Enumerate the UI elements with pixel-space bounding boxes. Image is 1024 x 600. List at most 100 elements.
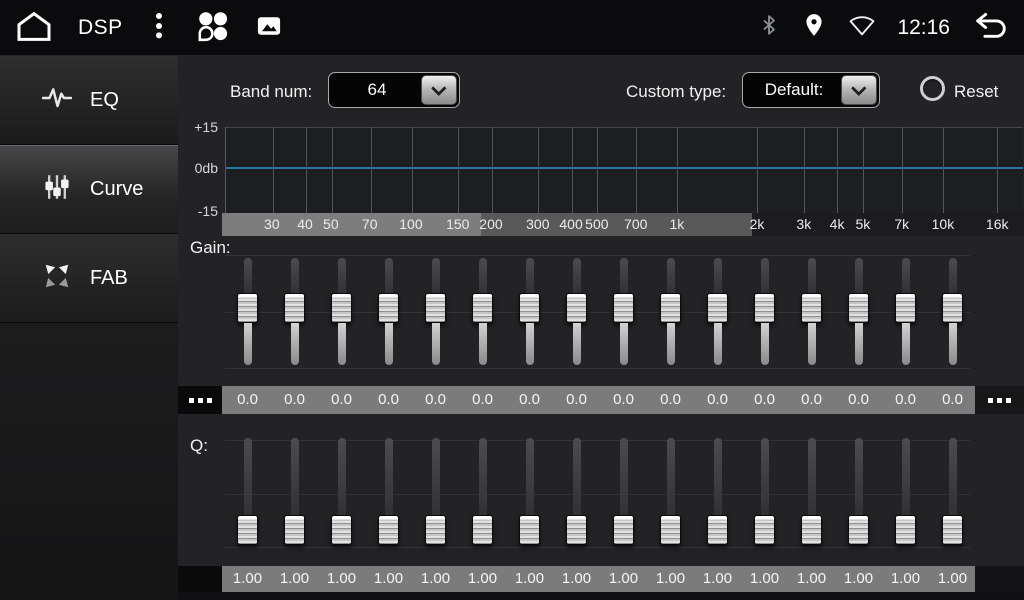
gridline xyxy=(225,368,970,369)
gridline xyxy=(997,127,998,213)
gain-value-13: 0.0 xyxy=(788,386,835,414)
gain-slider-16[interactable] xyxy=(929,258,976,365)
q-slider-6[interactable] xyxy=(459,438,506,545)
gain-slider-thumb[interactable] xyxy=(331,293,352,323)
q-slider-thumb[interactable] xyxy=(284,515,305,545)
q-slider-thumb[interactable] xyxy=(848,515,869,545)
back-button[interactable] xyxy=(970,10,1010,45)
slider-track xyxy=(291,258,299,293)
gain-slider-thumb[interactable] xyxy=(425,293,446,323)
gain-slider-4[interactable] xyxy=(365,258,412,365)
q-slider-thumb[interactable] xyxy=(237,515,258,545)
q-slider-15[interactable] xyxy=(882,438,929,545)
q-slider-16[interactable] xyxy=(929,438,976,545)
sidebar-item-curve[interactable]: Curve xyxy=(0,145,178,234)
gain-slider-8[interactable] xyxy=(553,258,600,365)
gain-slider-thumb[interactable] xyxy=(472,293,493,323)
q-slider-10[interactable] xyxy=(647,438,694,545)
gridline xyxy=(273,127,274,213)
eq-curve-plot[interactable] xyxy=(225,127,1023,213)
q-value-10: 1.00 xyxy=(647,566,694,592)
gain-slider-thumb[interactable] xyxy=(237,293,258,323)
q-slider-thumb[interactable] xyxy=(425,515,446,545)
gain-slider-thumb[interactable] xyxy=(707,293,728,323)
gain-scroll-left-button[interactable] xyxy=(178,386,222,414)
q-slider-thumb[interactable] xyxy=(660,515,681,545)
home-button[interactable] xyxy=(14,10,54,45)
q-slider-1[interactable] xyxy=(224,438,271,545)
freq-tick-label: 7k xyxy=(894,213,909,236)
gain-slider-11[interactable] xyxy=(694,258,741,365)
q-strip-left-spacer xyxy=(178,566,222,592)
freq-tick-label: 70 xyxy=(362,213,378,236)
custom-type-select[interactable]: Default: xyxy=(742,72,880,108)
gain-slider-7[interactable] xyxy=(506,258,553,365)
overflow-menu-button[interactable] xyxy=(147,11,171,44)
gain-slider-thumb[interactable] xyxy=(378,293,399,323)
gain-slider-thumb[interactable] xyxy=(848,293,869,323)
gain-slider-15[interactable] xyxy=(882,258,929,365)
gain-slider-thumb[interactable] xyxy=(895,293,916,323)
gain-slider-3[interactable] xyxy=(318,258,365,365)
gain-slider-thumb[interactable] xyxy=(519,293,540,323)
gridline xyxy=(492,127,493,213)
gallery-button[interactable] xyxy=(255,12,283,43)
q-slider-thumb[interactable] xyxy=(519,515,540,545)
sidebar-item-fab[interactable]: FAB xyxy=(0,234,178,323)
q-value-4: 1.00 xyxy=(365,566,412,592)
q-slider-8[interactable] xyxy=(553,438,600,545)
band-num-select[interactable]: 64 xyxy=(328,72,460,108)
gain-slider-2[interactable] xyxy=(271,258,318,365)
q-slider-thumb[interactable] xyxy=(378,515,399,545)
q-slider-3[interactable] xyxy=(318,438,365,545)
page-title: DSP xyxy=(78,16,123,40)
gain-slider-1[interactable] xyxy=(224,258,271,365)
gain-slider-6[interactable] xyxy=(459,258,506,365)
gain-scroll-right-button[interactable] xyxy=(975,386,1024,414)
q-slider-7[interactable] xyxy=(506,438,553,545)
q-slider-11[interactable] xyxy=(694,438,741,545)
gain-slider-thumb[interactable] xyxy=(660,293,681,323)
chevron-down-icon xyxy=(841,75,877,105)
q-slider-thumb[interactable] xyxy=(895,515,916,545)
q-slider-5[interactable] xyxy=(412,438,459,545)
reset-radio[interactable] xyxy=(920,76,945,101)
gain-value-11: 0.0 xyxy=(694,386,741,414)
q-slider-thumb[interactable] xyxy=(801,515,822,545)
gain-slider-9[interactable] xyxy=(600,258,647,365)
q-slider-thumb[interactable] xyxy=(472,515,493,545)
slider-track xyxy=(573,438,581,515)
gain-slider-13[interactable] xyxy=(788,258,835,365)
gain-slider-thumb[interactable] xyxy=(754,293,775,323)
q-slider-4[interactable] xyxy=(365,438,412,545)
gain-slider-12[interactable] xyxy=(741,258,788,365)
q-slider-2[interactable] xyxy=(271,438,318,545)
q-slider-thumb[interactable] xyxy=(754,515,775,545)
q-slider-12[interactable] xyxy=(741,438,788,545)
sidebar: EQ Curve xyxy=(0,56,178,600)
gain-slider-thumb[interactable] xyxy=(942,293,963,323)
q-slider-thumb[interactable] xyxy=(942,515,963,545)
gridline xyxy=(225,255,970,256)
q-slider-9[interactable] xyxy=(600,438,647,545)
freq-tick-label: 300 xyxy=(526,213,549,236)
slider-track xyxy=(667,258,675,293)
q-slider-thumb[interactable] xyxy=(331,515,352,545)
gain-slider-thumb[interactable] xyxy=(801,293,822,323)
q-slider-thumb[interactable] xyxy=(707,515,728,545)
sidebar-item-eq[interactable]: EQ xyxy=(0,56,178,145)
gain-slider-14[interactable] xyxy=(835,258,882,365)
q-slider-thumb[interactable] xyxy=(613,515,634,545)
q-slider-thumb[interactable] xyxy=(566,515,587,545)
freq-tick-label: 4k xyxy=(830,213,845,236)
gain-slider-5[interactable] xyxy=(412,258,459,365)
q-slider-14[interactable] xyxy=(835,438,882,545)
q-slider-13[interactable] xyxy=(788,438,835,545)
gain-slider-thumb[interactable] xyxy=(613,293,634,323)
freq-tick-label: 50 xyxy=(323,213,339,236)
gain-slider-thumb[interactable] xyxy=(284,293,305,323)
apps-button[interactable] xyxy=(195,8,231,47)
gain-slider-10[interactable] xyxy=(647,258,694,365)
gain-slider-thumb[interactable] xyxy=(566,293,587,323)
slider-track xyxy=(808,258,816,293)
